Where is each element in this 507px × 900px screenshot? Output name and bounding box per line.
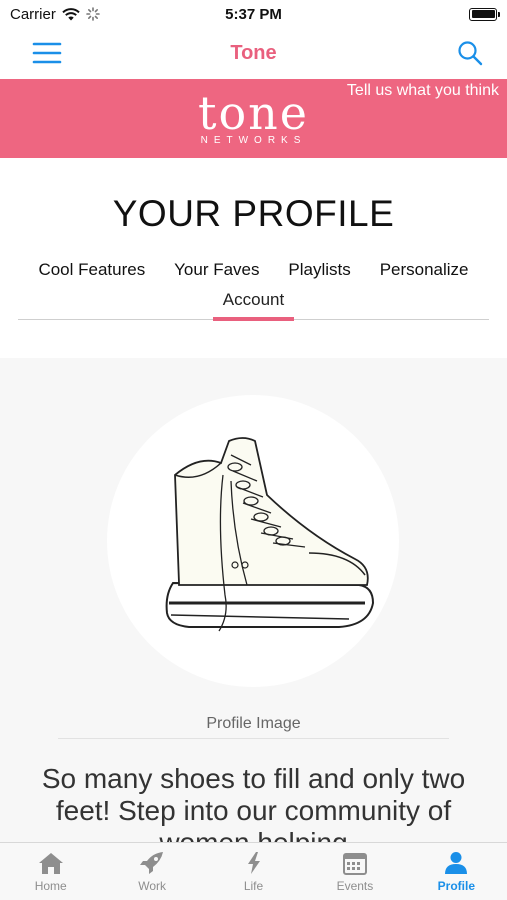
tab-work[interactable]: Work: [101, 843, 202, 900]
tab-life-label: Life: [243, 879, 264, 893]
tab-cool-features[interactable]: Cool Features: [34, 258, 149, 282]
nav-bar: Tone: [0, 28, 507, 78]
tab-work-label: Work: [138, 879, 166, 893]
profile-image-caption: Profile Image: [206, 715, 301, 732]
profile-content: Profile Image So many shoes to fill and …: [0, 358, 507, 842]
battery-icon: [469, 7, 500, 21]
brand-banner: Tell us what you think tone NETWORKS: [0, 79, 507, 158]
tab-profile[interactable]: Profile: [406, 843, 507, 900]
tab-home-label: Home: [34, 879, 67, 893]
page-title: YOUR PROFILE: [112, 193, 395, 234]
rocket-icon: [140, 852, 164, 874]
person-icon: [445, 852, 468, 874]
nav-title: Tone: [230, 41, 277, 64]
bottom-tab-bar: Home Work Life Events Profile: [0, 842, 507, 900]
tab-account[interactable]: Account: [212, 288, 295, 321]
tab-profile-label: Profile: [437, 879, 475, 893]
calendar-icon: [342, 853, 367, 875]
profile-tagline: So many shoes to fill and only two feet!…: [41, 763, 466, 842]
logo-wordmark: tone: [197, 86, 310, 140]
tone-networks-logo: tone NETWORKS: [0, 89, 507, 146]
home-icon: [38, 853, 63, 874]
tab-your-faves[interactable]: Your Faves: [170, 258, 263, 282]
tab-events[interactable]: Events: [304, 843, 405, 900]
lightning-icon: [247, 852, 260, 874]
status-left: Carrier: [10, 6, 100, 23]
loading-spinner-icon: [86, 7, 100, 21]
logo-subtext: NETWORKS: [200, 135, 307, 146]
profile-tabs: Cool Features Your Faves Playlists Perso…: [18, 258, 489, 321]
profile-image[interactable]: [107, 395, 399, 687]
status-bar: Carrier 5:37 PM: [0, 0, 507, 28]
search-icon[interactable]: [457, 40, 483, 66]
tab-events-label: Events: [336, 879, 374, 893]
caption-divider: [58, 738, 449, 739]
carrier-label: Carrier: [10, 5, 56, 23]
sneaker-illustration: [165, 437, 375, 632]
wifi-icon: [62, 7, 80, 20]
tab-playlists[interactable]: Playlists: [284, 258, 354, 282]
tab-home[interactable]: Home: [0, 843, 101, 900]
tab-life[interactable]: Life: [203, 843, 304, 900]
tab-personalize[interactable]: Personalize: [376, 258, 473, 282]
hamburger-menu-icon[interactable]: [32, 41, 62, 65]
